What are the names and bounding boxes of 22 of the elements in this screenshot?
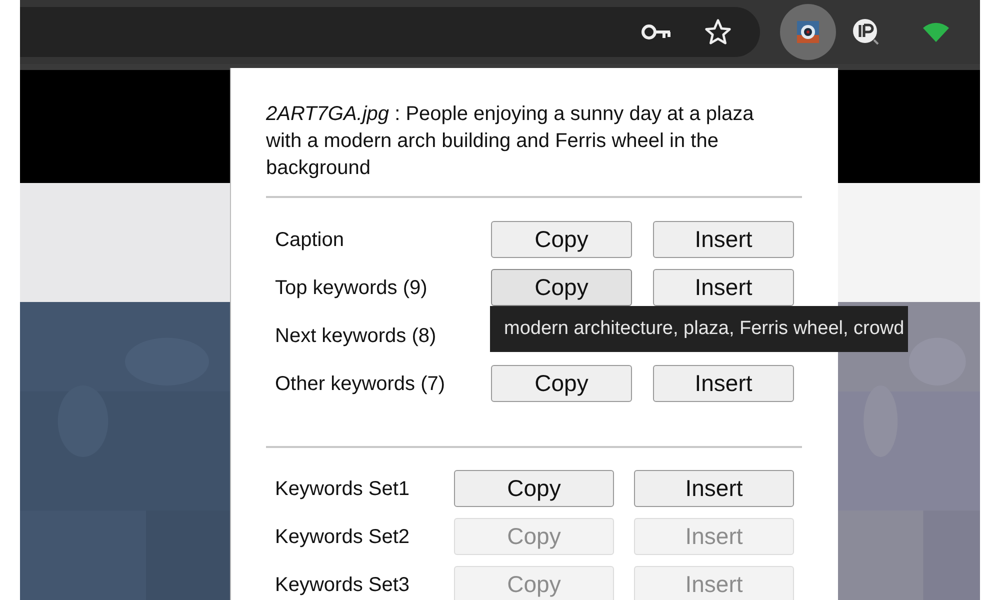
action-button[interactable]: Copy [491, 221, 632, 258]
row-label: Top keywords (9) [275, 276, 428, 300]
row-label: Caption [275, 228, 345, 252]
action-button[interactable]: Insert [653, 365, 794, 402]
action-button[interactable]: Copy [454, 470, 614, 507]
star-icon[interactable] [704, 18, 732, 46]
action-button[interactable]: Insert [653, 221, 794, 258]
row-label: Keywords Set2 [275, 524, 411, 550]
action-button[interactable]: Insert [634, 470, 794, 507]
row-label: Keywords Set1 [275, 476, 411, 502]
tooltip: modern architecture, plaza, Ferris wheel, crowd [490, 306, 908, 352]
image-description: 2ART7GA.jpg : People enjoying a sunny day at a plaza with a modern arch building and Ferris wheel in the background [266, 102, 755, 181]
ip-icon[interactable] [852, 18, 880, 46]
wifi-icon[interactable] [922, 21, 950, 43]
row-label: Next keywords (8) [275, 324, 438, 348]
row-label: Keywords Set3 [275, 572, 411, 598]
camera-lens-icon [797, 21, 819, 43]
action-button[interactable]: Copy [491, 365, 632, 402]
action-button[interactable]: Copy [491, 269, 632, 306]
action-button[interactable]: Insert [653, 269, 794, 306]
key-icon[interactable] [640, 23, 672, 41]
row-label: Other keywords (7) [275, 372, 446, 396]
